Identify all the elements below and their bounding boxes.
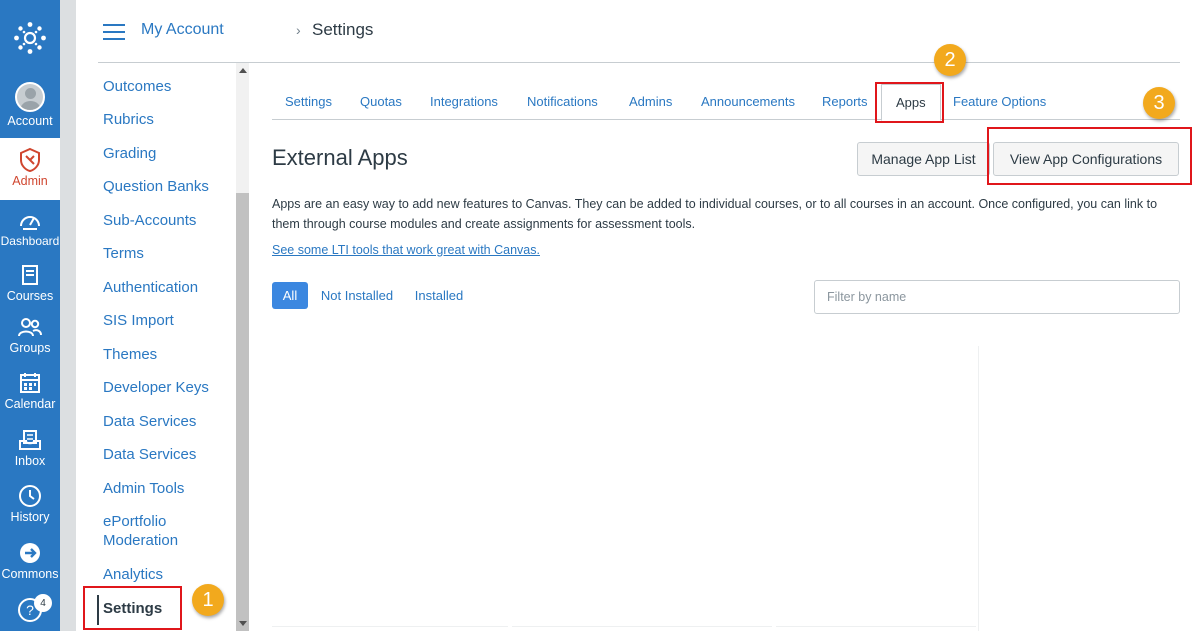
filter-installed[interactable]: Installed xyxy=(408,282,470,309)
nav-dashboard-label: Dashboard xyxy=(0,234,60,248)
tab-notifications[interactable]: Notifications xyxy=(527,94,598,109)
app-card-edge xyxy=(272,626,508,627)
account-nav-rubrics[interactable]: Rubrics xyxy=(103,110,154,129)
highlight-settings-nav xyxy=(83,586,182,630)
breadcrumb-account[interactable]: My Account xyxy=(141,21,224,39)
step-badge-1: 1 xyxy=(192,584,224,616)
nav-dashboard[interactable]: Dashboard xyxy=(0,206,60,252)
book-icon xyxy=(20,261,40,289)
app-grid-divider xyxy=(978,346,979,631)
canvas-logo-icon[interactable] xyxy=(0,0,60,76)
account-nav-data-services[interactable]: Data Services xyxy=(103,412,196,431)
nav-history[interactable]: History xyxy=(0,482,60,528)
commons-icon xyxy=(18,539,42,567)
clock-icon xyxy=(18,482,42,510)
nav-account-label: Account xyxy=(7,114,53,128)
nav-courses-label: Courses xyxy=(6,289,54,303)
page-title: External Apps xyxy=(272,145,408,170)
nav-history-label: History xyxy=(10,510,50,524)
nav-calendar[interactable]: Calendar xyxy=(0,369,60,415)
nav-groups-label: Groups xyxy=(9,341,51,355)
scroll-down-icon[interactable] xyxy=(239,621,247,626)
account-nav-themes[interactable]: Themes xyxy=(103,345,157,364)
tab-quotas[interactable]: Quotas xyxy=(360,94,402,109)
nav-inbox-label: Inbox xyxy=(14,454,46,468)
tab-integrations[interactable]: Integrations xyxy=(430,94,498,109)
account-nav-analytics[interactable]: Analytics xyxy=(103,565,163,584)
step-badge-3: 3 xyxy=(1143,87,1175,119)
app-card-edge xyxy=(512,626,772,627)
tab-reports[interactable]: Reports xyxy=(822,94,868,109)
account-nav-question-banks[interactable]: Question Banks xyxy=(103,177,209,196)
tab-admins[interactable]: Admins xyxy=(629,94,672,109)
tab-announcements[interactable]: Announcements xyxy=(701,94,795,109)
nav-admin-label: Admin xyxy=(12,174,48,188)
header-divider xyxy=(98,62,1180,63)
hamburger-icon[interactable] xyxy=(103,24,125,40)
nav-courses[interactable]: Courses xyxy=(0,261,60,307)
account-nav-terms[interactable]: Terms xyxy=(103,244,144,263)
account-nav-outcomes[interactable]: Outcomes xyxy=(103,77,171,96)
filter-all[interactable]: All xyxy=(272,282,308,309)
nav-divider xyxy=(60,0,76,631)
page-header: My Account › Settings xyxy=(76,0,1200,63)
lti-tools-link[interactable]: See some LTI tools that work great with … xyxy=(272,243,540,257)
step-badge-2: 2 xyxy=(934,44,966,76)
manage-app-list-button[interactable]: Manage App List xyxy=(857,142,990,176)
account-nav-grading[interactable]: Grading xyxy=(103,144,156,163)
account-nav-admin-tools[interactable]: Admin Tools xyxy=(103,479,184,498)
nav-commons-label: Commons xyxy=(1,567,59,581)
account-nav: Outcomes Rubrics Grading Question Banks … xyxy=(76,63,236,631)
tab-settings[interactable]: Settings xyxy=(285,94,332,109)
tab-feature-options[interactable]: Feature Options xyxy=(953,94,1046,109)
app-card-edge xyxy=(776,626,976,627)
chevron-right-icon: › xyxy=(296,22,301,38)
account-nav-developer-keys[interactable]: Developer Keys xyxy=(103,378,209,397)
account-nav-authentication[interactable]: Authentication xyxy=(103,278,198,297)
filter-by-name-input[interactable] xyxy=(814,280,1180,314)
scroll-up-icon[interactable] xyxy=(239,68,247,73)
account-nav-data-services-2[interactable]: Data Services xyxy=(103,445,196,464)
breadcrumb-current: Settings xyxy=(312,20,374,39)
nav-admin[interactable]: Admin xyxy=(0,138,60,200)
dashboard-icon xyxy=(18,206,42,234)
highlight-apps-tab xyxy=(875,82,944,123)
nav-calendar-label: Calendar xyxy=(4,397,56,411)
shield-icon xyxy=(18,146,42,174)
nav-inbox[interactable]: Inbox xyxy=(0,426,60,472)
settings-tabs: Settings Quotas Integrations Notificatio… xyxy=(272,80,1180,121)
calendar-icon xyxy=(19,369,41,397)
account-nav-sub-accounts[interactable]: Sub-Accounts xyxy=(103,211,196,230)
account-nav-eportfolio-moderation[interactable]: ePortfolio Moderation xyxy=(103,512,213,550)
account-nav-sis-import[interactable]: SIS Import xyxy=(103,311,174,330)
global-nav: Account Admin Dashboard Courses Groups C… xyxy=(0,0,60,631)
avatar-icon xyxy=(15,82,45,112)
account-nav-scrollbar[interactable] xyxy=(236,63,249,631)
scrollbar-thumb[interactable] xyxy=(236,193,249,631)
help-badge: 4 xyxy=(34,594,52,612)
filter-not-installed[interactable]: Not Installed xyxy=(314,282,400,309)
apps-description: Apps are an easy way to add new features… xyxy=(272,197,1158,231)
inbox-icon xyxy=(18,426,42,454)
nav-account[interactable]: Account xyxy=(0,80,60,136)
nav-groups[interactable]: Groups xyxy=(0,313,60,359)
highlight-view-config-button xyxy=(987,127,1192,185)
nav-commons[interactable]: Commons xyxy=(0,539,60,585)
groups-icon xyxy=(17,313,43,341)
svg-text:?: ? xyxy=(26,602,34,618)
